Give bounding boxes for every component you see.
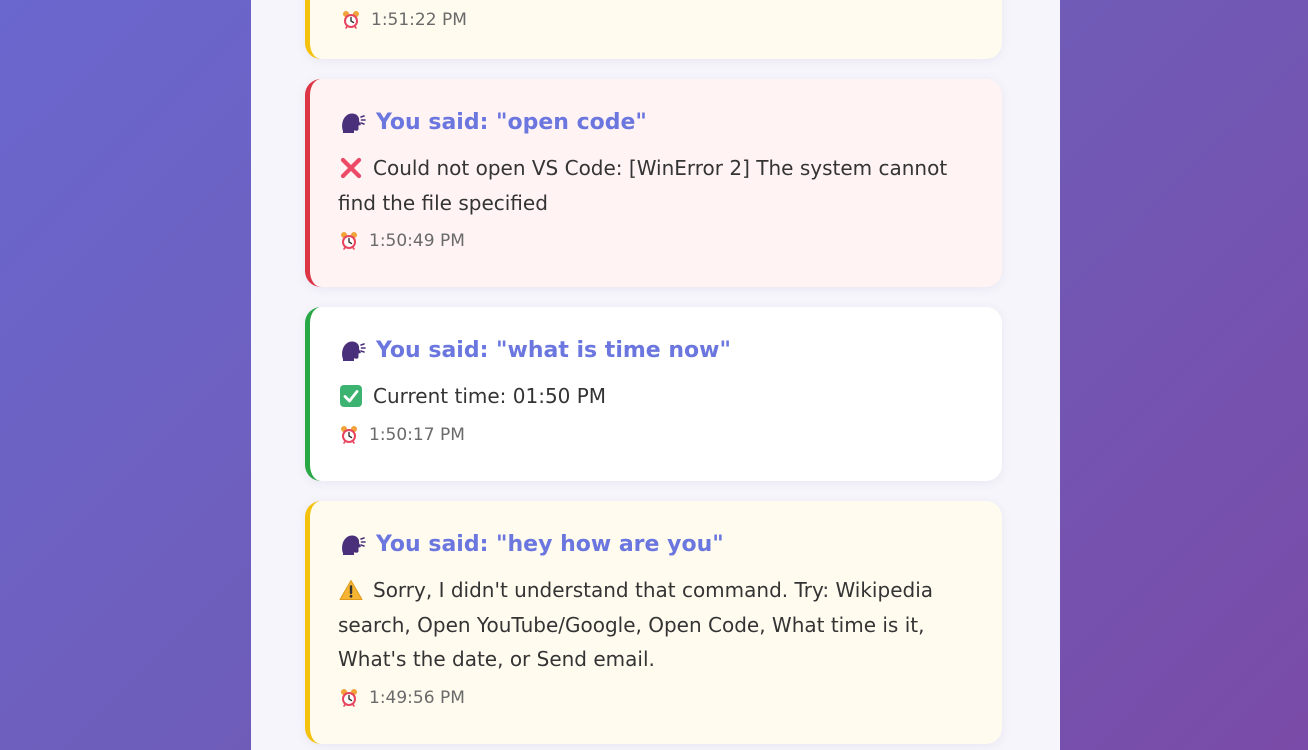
history-card: You said: "what is time now" Current tim… <box>305 307 1002 481</box>
alarm-clock-icon <box>338 424 360 446</box>
history-panel: 1:51:22 PM You said: "open code" Could n… <box>251 0 1060 750</box>
alarm-clock-icon <box>338 230 360 252</box>
timestamp: 1:50:49 PM <box>338 229 974 253</box>
timestamp: 1:49:56 PM <box>338 686 974 710</box>
assistant-response: Could not open VS Code: [WinError 2] The… <box>338 151 974 220</box>
timestamp: 1:50:17 PM <box>338 423 974 447</box>
user-said-text: You said: "open code" <box>376 110 647 135</box>
assistant-response: Current time: 01:50 PM <box>338 379 974 414</box>
cross-mark-icon <box>338 155 364 181</box>
timestamp-text: 1:50:49 PM <box>369 231 465 251</box>
user-said-text: You said: "what is time now" <box>376 338 731 363</box>
response-text: Current time: 01:50 PM <box>373 384 607 408</box>
timestamp-text: 1:51:22 PM <box>371 10 467 30</box>
user-said-heading: You said: "open code" <box>338 108 974 138</box>
warning-icon <box>338 577 364 603</box>
check-mark-icon <box>338 383 364 409</box>
history-card: 1:51:22 PM <box>305 0 1002 59</box>
history-card: You said: "hey how are you" Sorry, I did… <box>305 501 1002 744</box>
history-card: You said: "open code" Could not open VS … <box>305 79 1002 287</box>
speaking-head-icon <box>338 110 368 136</box>
speaking-head-icon <box>338 338 368 364</box>
timestamp-text: 1:50:17 PM <box>369 424 465 445</box>
user-said-text: You said: "hey how are you" <box>376 532 724 557</box>
response-text: Could not open VS Code: [WinError 2] The… <box>338 156 948 215</box>
timestamp: 1:51:22 PM <box>340 8 467 32</box>
response-text: Sorry, I didn't understand that command.… <box>338 578 933 671</box>
assistant-response: Sorry, I didn't understand that command.… <box>338 573 974 677</box>
alarm-clock-icon <box>340 9 362 31</box>
user-said-heading: You said: "what is time now" <box>338 336 974 366</box>
user-said-heading: You said: "hey how are you" <box>338 530 974 560</box>
timestamp-text: 1:49:56 PM <box>369 687 465 708</box>
alarm-clock-icon <box>338 687 360 709</box>
speaking-head-icon <box>338 532 368 558</box>
